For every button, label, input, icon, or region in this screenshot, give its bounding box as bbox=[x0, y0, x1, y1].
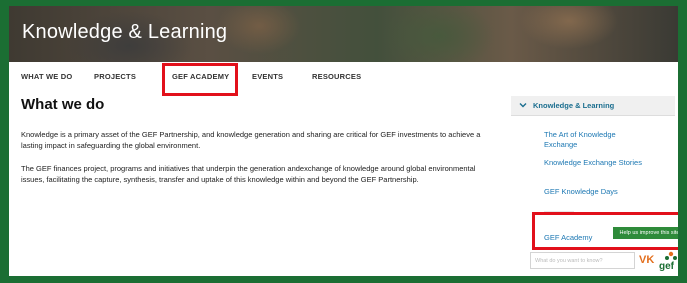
nav-item-resources[interactable]: RESOURCES bbox=[312, 72, 361, 81]
sidebar-header-label: Knowledge & Learning bbox=[533, 101, 615, 110]
logo-text: gef bbox=[659, 261, 674, 272]
sidebar-link-art-of-knowledge-exchange[interactable]: The Art of Knowledge Exchange bbox=[544, 130, 644, 150]
sidebar-link-gef-knowledge-days[interactable]: GEF Knowledge Days bbox=[544, 187, 644, 197]
main-nav: WHAT WE DO PROJECTS GEF ACADEMY EVENTS R… bbox=[9, 72, 678, 88]
sidebar-link-knowledge-exchange-stories[interactable]: Knowledge Exchange Stories bbox=[544, 158, 644, 168]
nav-item-projects[interactable]: PROJECTS bbox=[94, 72, 136, 81]
logo-arrow-icon: VK bbox=[639, 254, 655, 266]
chevron-down-icon bbox=[519, 103, 527, 108]
highlight-box-academy-nav bbox=[162, 63, 238, 96]
nav-item-what-we-do[interactable]: WHAT WE DO bbox=[21, 72, 72, 81]
page-title: What we do bbox=[21, 96, 105, 113]
browser-frame: Knowledge & Learning WHAT WE DO PROJECTS… bbox=[0, 0, 687, 283]
page-hero-title: Knowledge & Learning bbox=[22, 21, 228, 43]
sidebar-header[interactable]: Knowledge & Learning bbox=[511, 96, 675, 116]
hero-banner: Knowledge & Learning bbox=[9, 6, 678, 62]
search-input[interactable] bbox=[530, 252, 635, 269]
gef-logo[interactable]: gef bbox=[659, 250, 678, 272]
finance-paragraph: The GEF finances project, programs and i… bbox=[21, 164, 476, 184]
help-improve-button[interactable]: Help us improve this site bbox=[613, 227, 678, 239]
logo-dots-icon bbox=[665, 251, 677, 260]
intro-paragraph: Knowledge is a primary asset of the GEF … bbox=[21, 130, 481, 150]
nav-item-events[interactable]: EVENTS bbox=[252, 72, 283, 81]
